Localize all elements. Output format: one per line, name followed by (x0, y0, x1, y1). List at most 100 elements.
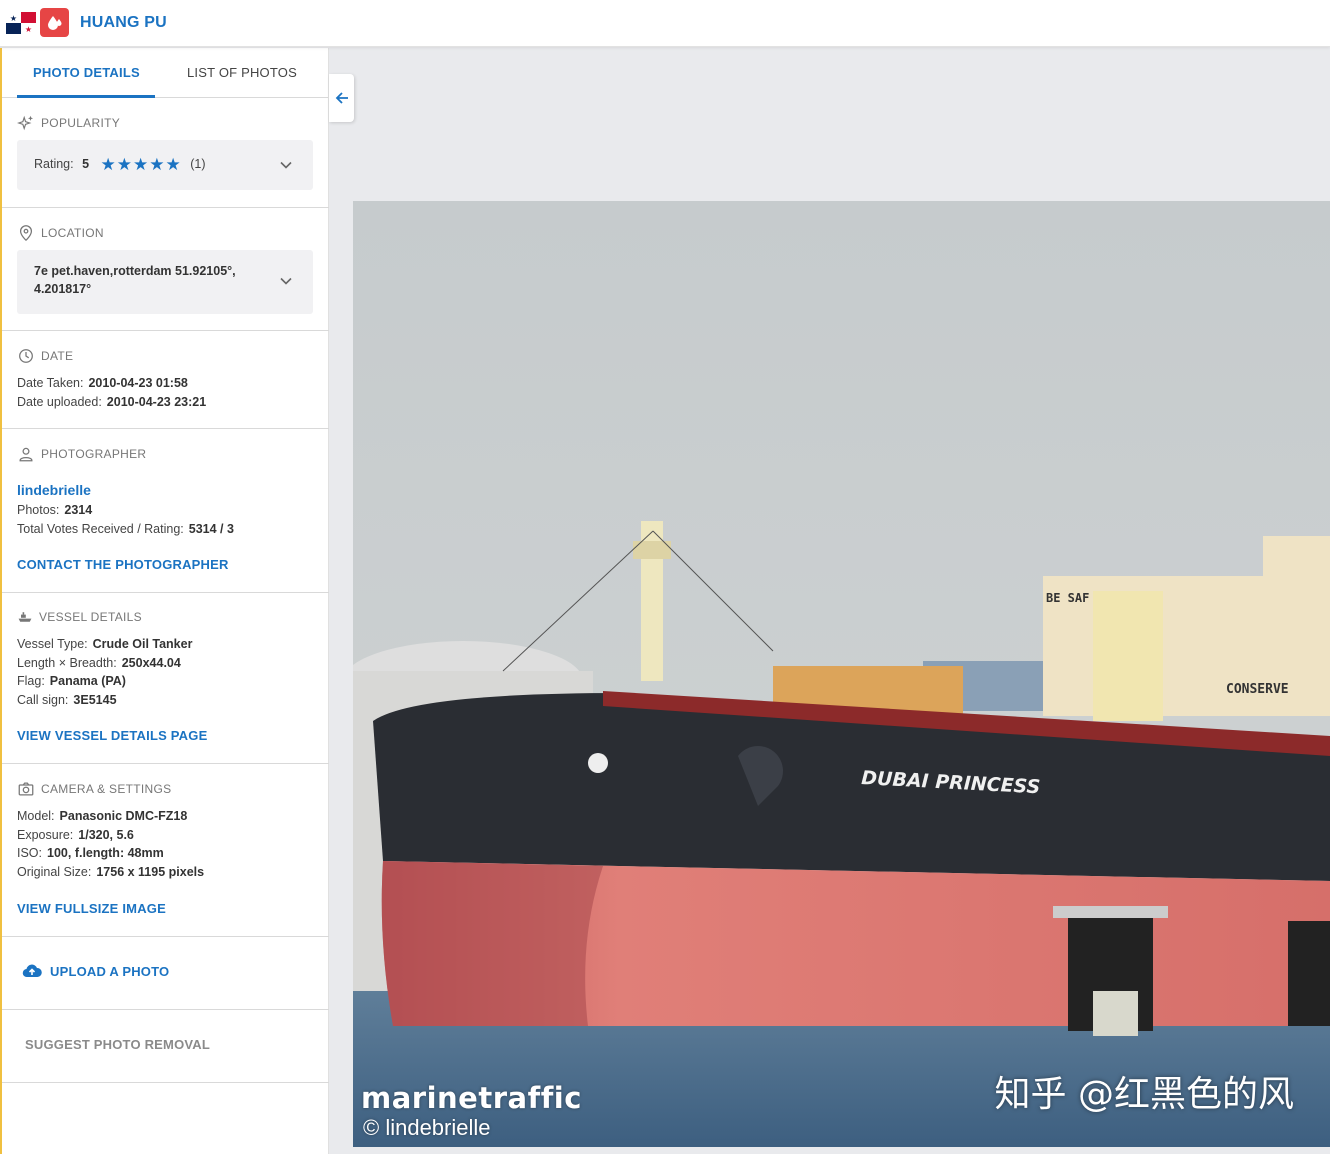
photographer-votes-row: Total Votes Received / Rating: 5314 / 3 (17, 522, 234, 536)
date-section: DATE Date Taken: 2010-04-23 01:58 Date up… (2, 331, 329, 429)
view-vessel-details-link[interactable]: VIEW VESSEL DETAILS PAGE (17, 728, 207, 743)
photographer-name-link[interactable]: lindebrielle (17, 482, 91, 498)
bridge-sign-1: BE SAF (1046, 591, 1089, 605)
view-fullsize-link[interactable]: VIEW FULLSIZE IMAGE (17, 901, 166, 916)
chevron-down-icon[interactable] (279, 274, 293, 288)
suggest-removal-section: SUGGEST PHOTO REMOVAL (2, 1010, 329, 1083)
vessel-flag-value: Panama (PA) (49, 674, 126, 688)
location-title-text: LOCATION (41, 226, 104, 240)
photo-details-panel: PHOTO DETAILS LIST OF PHOTOS POPULARITY … (0, 48, 329, 1154)
vessel-flag-row: Flag: Panama (PA) (17, 674, 126, 688)
vessel-size-row: Length × Breadth: 250x44.04 (17, 656, 181, 670)
camera-model-value: Panasonic DMC-FZ18 (59, 809, 188, 823)
ship-icon (18, 612, 32, 622)
camera-icon (18, 782, 34, 796)
votes-label: Total Votes Received / Rating: (17, 522, 184, 536)
star-icon: ★ (149, 155, 165, 174)
date-taken-row: Date Taken: 2010-04-23 01:58 (17, 376, 188, 390)
chevron-down-icon[interactable] (279, 158, 293, 172)
popularity-title-text: POPULARITY (41, 116, 121, 130)
rating-label: Rating: (34, 157, 74, 171)
ship-photo-image: DUBAI PRINCESS BE SAF CONSERVE (353, 201, 1330, 1147)
camera-section: CAMERA & SETTINGS Model: Panasonic DMC-FZ… (2, 764, 329, 937)
cloud-upload-icon (22, 964, 42, 978)
tab-bar: PHOTO DETAILS LIST OF PHOTOS (2, 48, 328, 98)
arrow-left-icon (335, 92, 348, 104)
popularity-section: POPULARITY Rating: 5 ★ ★ ★ ★ ★ (1) (2, 98, 329, 208)
panama-flag-icon: ★ ★ (6, 12, 36, 34)
sparkle-icon (17, 115, 34, 131)
camera-title-text: CAMERA & SETTINGS (41, 782, 172, 796)
vessel-size-label: Length × Breadth: (17, 656, 117, 670)
votes-value: 5314 / 3 (188, 522, 234, 536)
tab-photo-details[interactable]: PHOTO DETAILS (33, 65, 140, 80)
contact-photographer-link[interactable]: CONTACT THE PHOTOGRAPHER (17, 557, 229, 572)
vessel-flag-label: Flag: (17, 674, 45, 688)
camera-size-label: Original Size: (17, 865, 92, 879)
vessel-photo[interactable]: DUBAI PRINCESS BE SAF CONSERVE marinetra… (353, 201, 1330, 1147)
location-card[interactable]: 7e pet.haven,rotterdam 51.92105°, 4.2018… (17, 250, 313, 314)
vessel-details-title: VESSEL DETAILS (17, 609, 142, 625)
vessel-callsign-row: Call sign: 3E5145 (17, 693, 117, 707)
photographer-title: PHOTOGRAPHER (17, 445, 146, 463)
vessel-type-row: Vessel Type: Crude Oil Tanker (17, 637, 192, 651)
photographer-section: PHOTOGRAPHER lindebrielle Photos: 2314 To… (2, 429, 329, 593)
vessel-details-section: VESSEL DETAILS Vessel Type: Crude Oil Tan… (2, 593, 329, 764)
photos-value: 2314 (64, 503, 93, 517)
top-bar: ★ ★ HUANG PU (0, 0, 1330, 47)
date-title: DATE (17, 347, 73, 365)
star-icon: ★ (100, 155, 116, 174)
vessel-type-value: Crude Oil Tanker (92, 637, 193, 651)
vessel-size-value: 250x44.04 (121, 656, 181, 670)
rating-stars: ★ ★ ★ ★ ★ (100, 155, 181, 174)
photographer-credit: © lindebrielle (363, 1115, 491, 1140)
svg-text:★: ★ (10, 14, 17, 23)
photographer-title-text: PHOTOGRAPHER (41, 447, 147, 461)
star-icon: ★ (133, 155, 149, 174)
date-uploaded-value: 2010-04-23 23:21 (106, 395, 207, 409)
camera-exposure-row: Exposure: 1/320, 5.6 (17, 828, 134, 842)
rating-row: Rating: 5 ★ ★ ★ ★ ★ (1) (34, 155, 206, 174)
upload-photo-label: UPLOAD A PHOTO (50, 963, 170, 979)
date-title-text: DATE (41, 349, 74, 363)
tab-list-of-photos[interactable]: LIST OF PHOTOS (187, 65, 297, 80)
location-pin-icon (19, 225, 33, 242)
popularity-title: POPULARITY (17, 114, 120, 132)
camera-exposure-value: 1/320, 5.6 (78, 828, 134, 842)
rating-value: 5 (82, 157, 90, 171)
date-uploaded-label: Date uploaded: (17, 395, 102, 409)
svg-text:★: ★ (25, 25, 32, 34)
upload-section: UPLOAD A PHOTO (2, 937, 329, 1010)
vessel-details-title-text: VESSEL DETAILS (39, 610, 142, 624)
location-title: LOCATION (17, 224, 104, 242)
camera-iso-row: ISO: 100, f.length: 48mm (17, 846, 164, 860)
rating-card[interactable]: Rating: 5 ★ ★ ★ ★ ★ (1) (17, 140, 313, 190)
suggest-removal-button[interactable]: SUGGEST PHOTO REMOVAL (25, 1037, 210, 1052)
tanker-drop-icon (40, 8, 69, 37)
person-icon (19, 447, 33, 462)
location-section: LOCATION 7e pet.haven,rotterdam 51.92105… (2, 208, 329, 331)
vessel-name[interactable]: HUANG PU (80, 14, 167, 32)
vessel-type-label: Vessel Type: (17, 637, 88, 651)
date-uploaded-row: Date uploaded: 2010-04-23 23:21 (17, 395, 206, 409)
camera-exposure-label: Exposure: (17, 828, 74, 842)
camera-size-value: 1756 x 1195 pixels (96, 865, 205, 879)
rating-votes: (1) (190, 157, 206, 171)
vessel-callsign-label: Call sign: (17, 693, 69, 707)
upload-photo-button[interactable]: UPLOAD A PHOTO (22, 963, 169, 979)
camera-model-label: Model: (17, 809, 55, 823)
camera-iso-value: 100, f.length: 48mm (47, 846, 164, 860)
photographer-photos-row: Photos: 2314 (17, 503, 92, 517)
star-icon: ★ (116, 155, 133, 174)
vessel-callsign-value: 3E5145 (73, 693, 117, 707)
camera-model-row: Model: Panasonic DMC-FZ18 (17, 809, 187, 823)
camera-iso-label: ISO: (17, 846, 43, 860)
collapse-panel-button[interactable] (329, 74, 354, 122)
date-taken-label: Date Taken: (17, 376, 84, 390)
location-line-1: 7e pet.haven,rotterdam 51.92105°, (34, 264, 236, 278)
clock-icon (19, 349, 33, 363)
camera-title: CAMERA & SETTINGS (17, 780, 171, 798)
zhihu-watermark: 知乎 @红黑色的风 (994, 1074, 1294, 1115)
camera-size-row: Original Size: 1756 x 1195 pixels (17, 865, 204, 879)
star-icon: ★ (165, 155, 181, 174)
